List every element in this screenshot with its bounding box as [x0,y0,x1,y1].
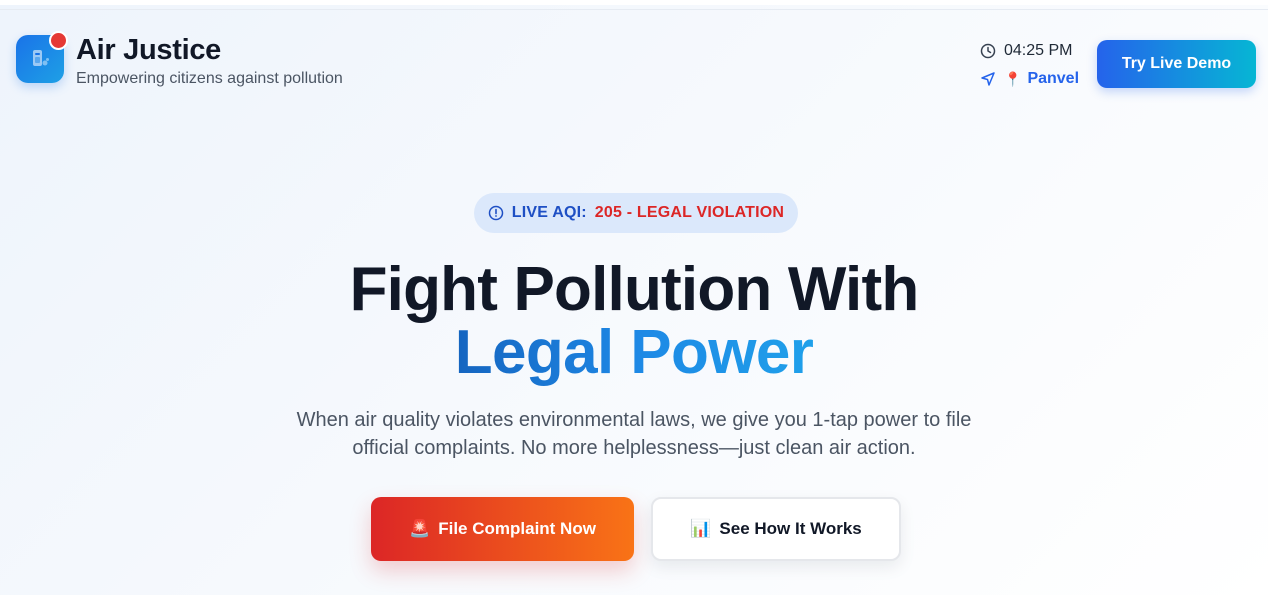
current-time: 04:25 PM [1004,42,1073,59]
top-divider [0,9,1268,10]
aqi-value: 205 - LEGAL VIOLATION [594,204,785,221]
try-live-demo-button[interactable]: Try Live Demo [1097,40,1256,88]
hero-description: When air quality violates environmental … [296,409,972,459]
navigation-icon [981,72,995,86]
see-how-it-works-button[interactable]: 📊 See How It Works [651,497,901,561]
status-meta: 04:25 PM 📍 Panvel [980,41,1079,89]
brand[interactable]: Air Justice Empowering citizens against … [16,31,343,88]
page: Air Justice Empowering citizens against … [0,0,1268,595]
aqi-label: LIVE AQI: [511,204,587,221]
file-complaint-label: File Complaint Now [438,519,596,538]
bar-chart-icon: 📊 [690,519,712,538]
notification-dot [49,31,68,50]
alert-circle-icon [488,205,504,221]
hero-title: Fight Pollution With [349,255,920,324]
air-purifier-icon [33,50,49,66]
hero-title-highlight-text: Legal Power [454,318,814,387]
hero-title-highlight: Legal Power [0,317,1268,389]
file-complaint-button[interactable]: 🚨 File Complaint Now [371,497,634,561]
aqi-badge: LIVE AQI: 205 - LEGAL VIOLATION [474,193,798,233]
app-title: Air Justice [76,34,221,66]
see-how-it-works-label: See How It Works [719,519,862,538]
app-tagline: Empowering citizens against pollution [76,70,343,87]
map-pin-icon: 📍 [1004,70,1022,87]
siren-icon: 🚨 [409,519,431,538]
location-name[interactable]: Panvel [1027,70,1079,88]
app-logo [16,31,68,83]
clock-icon [980,43,996,59]
